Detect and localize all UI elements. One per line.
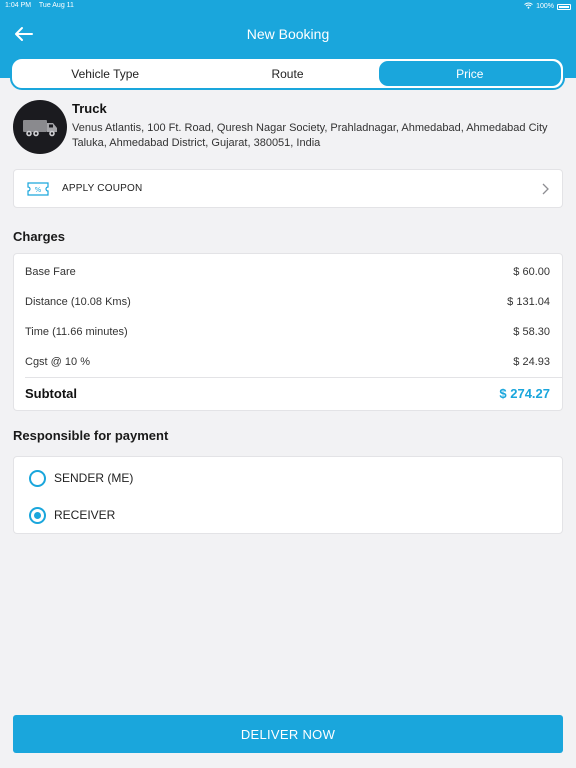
tab-route[interactable]: Route <box>196 61 378 86</box>
vehicle-summary: Truck Venus Atlantis, 100 Ft. Road, Qure… <box>13 100 565 158</box>
payment-heading: Responsible for payment <box>13 428 169 443</box>
apply-coupon-button[interactable]: % APPLY COUPON <box>13 169 563 208</box>
payment-option-sender[interactable]: SENDER (ME) <box>29 468 133 488</box>
battery-icon <box>557 3 571 10</box>
page-title: New Booking <box>246 26 330 42</box>
truck-icon <box>13 100 67 154</box>
wifi-icon <box>524 2 533 11</box>
chevron-right-icon <box>540 182 550 196</box>
payment-card: SENDER (ME) RECEIVER <box>13 456 563 534</box>
pickup-address: Venus Atlantis, 100 Ft. Road, Quresh Nag… <box>72 122 548 149</box>
charge-value: $ 24.93 <box>513 356 550 368</box>
booking-tabs: Vehicle Type Route Price <box>10 57 565 90</box>
charge-value: $ 60.00 <box>513 266 550 278</box>
battery-percent: 100% <box>536 3 554 10</box>
subtotal-divider <box>25 377 562 378</box>
svg-text:%: % <box>35 186 42 194</box>
charge-label: Cgst @ 10 % <box>25 356 90 368</box>
radio-checked-icon[interactable] <box>29 506 46 524</box>
tab-vehicle-type[interactable]: Vehicle Type <box>14 61 196 86</box>
payment-option-label: SENDER (ME) <box>54 471 134 485</box>
deliver-now-button[interactable]: DELIVER NOW <box>13 715 563 753</box>
coupon-label: APPLY COUPON <box>62 183 143 194</box>
coupon-ticket-icon: % <box>27 182 49 196</box>
status-date: Tue Aug 11 <box>38 2 74 9</box>
payment-option-receiver[interactable]: RECEIVER <box>29 505 115 525</box>
charge-row: Base Fare $ 60.00 <box>25 266 550 280</box>
charge-row: Cgst @ 10 % $ 24.93 <box>25 356 550 370</box>
charge-label: Base Fare <box>25 266 76 278</box>
tab-price[interactable]: Price <box>378 61 561 86</box>
radio-unchecked-icon[interactable] <box>29 469 46 487</box>
subtotal-value: $ 274.27 <box>499 386 550 401</box>
charge-value: $ 58.30 <box>513 326 550 338</box>
subtotal-label: Subtotal <box>25 386 77 401</box>
charge-value: $ 131.04 <box>507 296 550 308</box>
charge-row: Time (11.66 minutes) $ 58.30 <box>25 326 550 340</box>
payment-option-label: RECEIVER <box>54 508 116 522</box>
status-time: 1:04 PM <box>5 2 32 9</box>
status-bar: 1:04 PM Tue Aug 11 100% <box>0 0 576 12</box>
charge-label: Time (11.66 minutes) <box>25 326 128 338</box>
charges-card: Base Fare $ 60.00 Distance (10.08 Kms) $… <box>13 253 563 411</box>
charges-heading: Charges <box>13 229 66 244</box>
charge-label: Distance (10.08 Kms) <box>25 296 131 308</box>
charge-row: Distance (10.08 Kms) $ 131.04 <box>25 296 550 310</box>
vehicle-name: Truck <box>72 101 107 116</box>
